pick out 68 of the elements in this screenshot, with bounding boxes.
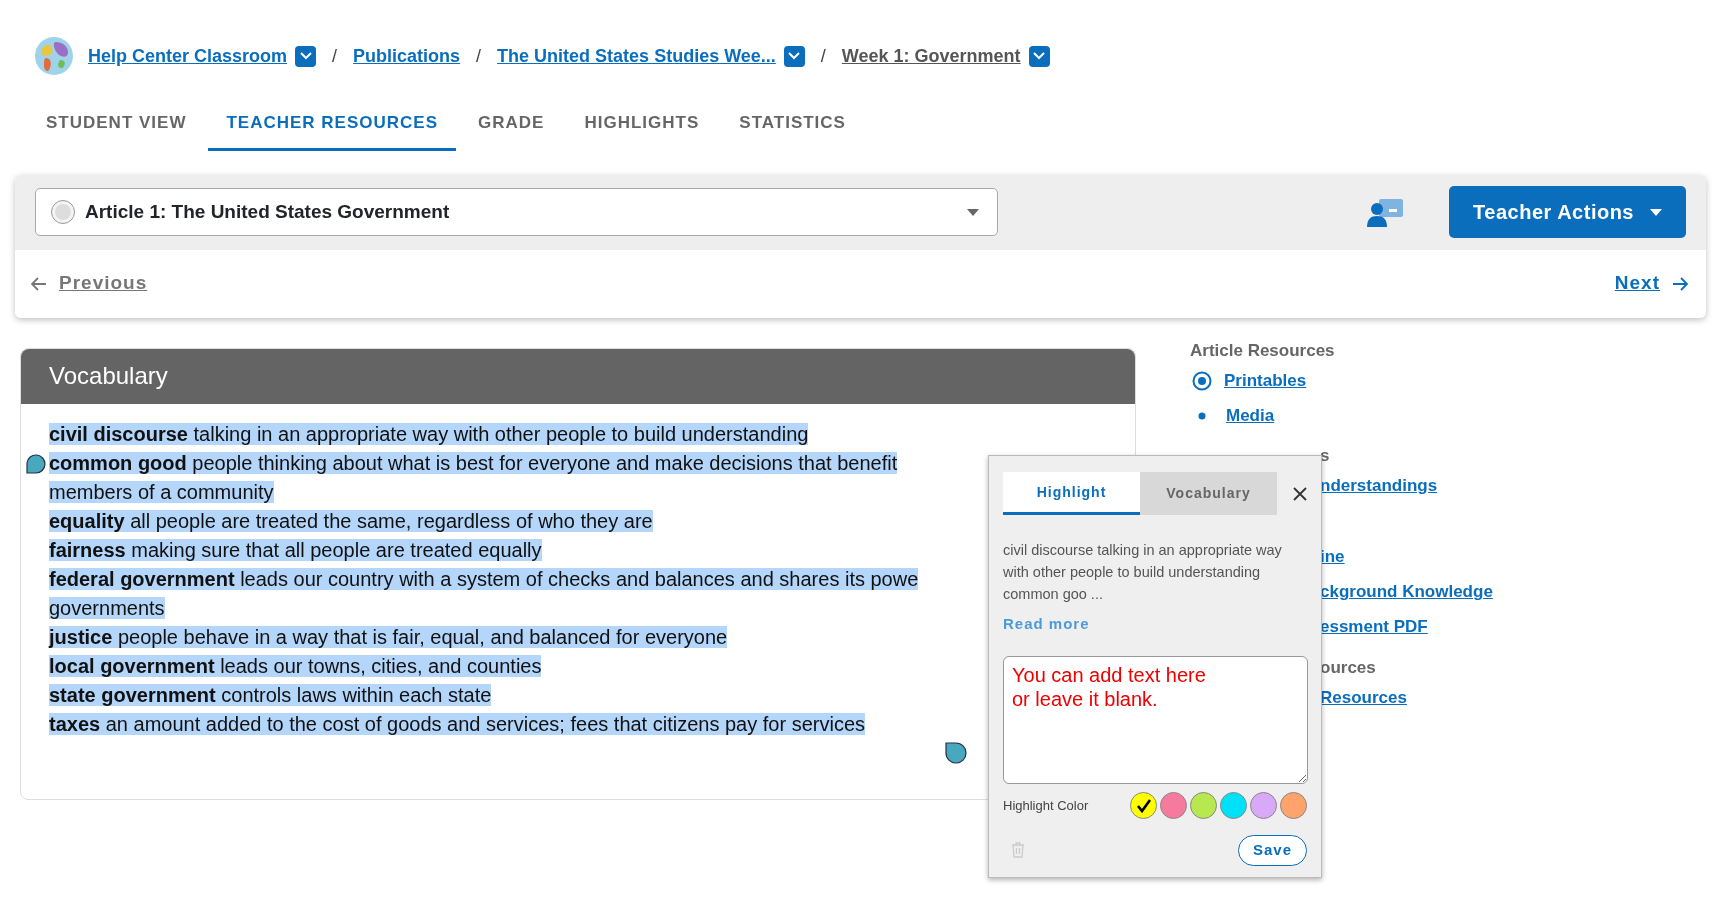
caret-icon [967,208,979,216]
popup-tab[interactable]: Highlight [1003,472,1140,515]
section-heading: ources [1320,656,1377,679]
dropdown-button[interactable] [783,45,805,67]
vocabulary-entry: local government leads our towns, cities, and counties [49,654,542,677]
selection-handle-icon[interactable] [945,741,967,764]
resource-link[interactable]: nderstandings [1320,473,1438,499]
breadcrumb-link[interactable]: Week 1: Government [841,42,1021,70]
save-button[interactable]: Save [1237,835,1307,866]
article-select[interactable]: Article 1: The United States Government [35,188,998,236]
vocabulary-entry: taxes an amount added to the cost of goods and services; fees that citizens pay for services [49,712,866,735]
radio-icon [1192,370,1212,391]
breadcrumb-separator: / [332,44,338,68]
vocabulary-entry: state government controls laws within each state [49,683,492,706]
section-heading: Article Resources [1190,339,1336,362]
chevron-down-icon [299,52,312,60]
breadcrumb-separator: / [476,44,482,68]
resource-link[interactable]: Resources [1320,684,1407,711]
previous-link[interactable]: Previous [31,269,148,298]
caret-icon [1650,208,1662,216]
teacher-actions-button[interactable]: Teacher Actions [1449,186,1686,238]
globe-icon [34,36,74,76]
vocabulary-entry: civil discourse talking in an appropriate way with other people to build understanding [49,422,809,445]
breadcrumb-link[interactable]: Help Center Classroom [88,42,288,70]
tab[interactable]: STUDENT VIEW [28,98,205,151]
vocabulary-entry: governments [49,596,165,619]
resource-link[interactable]: ckground Knowledge [1320,579,1493,605]
breadcrumb-link[interactable]: Publications [353,42,461,70]
chevron-down-icon [1033,52,1046,60]
vocabulary-entry: federal government leads our country with a system of checks and balances and shares its powe [49,567,919,590]
section-heading: s [1320,445,1331,467]
vocabulary-entry: equality all people are treated the same, regardless of who they are [49,509,653,532]
popup-tab[interactable]: Vocabulary [1140,472,1277,515]
arrow-right-icon [1672,276,1688,291]
dropdown-button[interactable] [295,45,317,67]
check-icon [1135,797,1152,814]
arrow-left-icon [31,276,47,291]
note-field[interactable]: You can add text here or leave it blank. [1003,656,1308,784]
resource-link[interactable]: Printables [1224,367,1307,394]
color-swatch[interactable] [1190,792,1217,819]
vocabulary-entry: common good people thinking about what is best for everyone and make decisions that benefit [49,451,898,474]
next-link[interactable]: Next [1614,269,1688,298]
vocabulary-entry: justice people behave in a way that is fair, equal, and balanced for everyone [49,625,728,648]
presenter-icon[interactable] [1367,197,1406,227]
resource-link[interactable]: Media [1226,402,1275,429]
close-icon[interactable] [1293,486,1307,501]
breadcrumb-separator: / [820,44,826,68]
chevron-down-icon [788,52,801,60]
color-label: Highlight Color [1003,796,1089,815]
tab[interactable]: HIGHLIGHTS [566,98,718,151]
color-swatch[interactable] [1250,792,1277,819]
dropdown-button[interactable] [1028,45,1050,67]
color-swatch[interactable] [1280,792,1307,819]
breadcrumb-link[interactable]: The United States Studies Wee... [497,42,776,70]
selection-handle-icon[interactable] [25,451,47,474]
panel-title: Vocabulary [21,348,1135,404]
vocabulary-entry: fairness making sure that all people are treated equally [49,538,542,561]
tab[interactable]: STATISTICS [721,98,864,151]
vocabulary-entry: members of a community [49,480,274,503]
resource-link[interactable]: essment PDF [1320,614,1428,640]
bullet-icon [1198,411,1206,420]
color-swatch[interactable] [1160,792,1187,819]
excerpt-text: civil discourse talking in an appropriate way with other people to build understanding common goo ... [1003,541,1283,604]
color-swatch[interactable] [1220,792,1247,819]
tab[interactable]: GRADE [460,98,563,151]
color-swatch[interactable] [1130,792,1157,819]
tab[interactable]: TEACHER RESOURCES [208,98,457,151]
radio-icon [50,199,76,225]
